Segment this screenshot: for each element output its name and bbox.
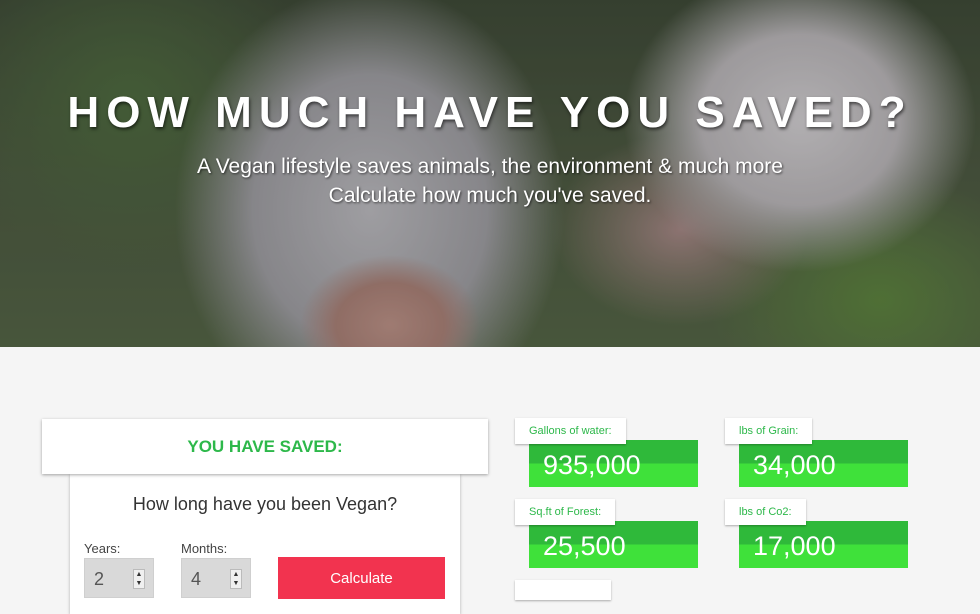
stat-co2-label: lbs of Co2: — [725, 499, 806, 525]
calculate-button[interactable]: Calculate — [278, 557, 445, 599]
stat-forest-box: 25,500 — [529, 521, 698, 568]
saved-header-card: YOU HAVE SAVED: — [42, 419, 488, 474]
stat-water-value: 935,000 — [543, 450, 641, 480]
months-input[interactable]: 4 ▲ ▼ — [181, 558, 251, 598]
stat-water-label: Gallons of water: — [515, 418, 626, 444]
calculator-form: How long have you been Vegan? Years: 2 ▲… — [70, 474, 460, 614]
months-value: 4 — [191, 569, 202, 589]
page-title: HOW MUCH HAVE YOU SAVED? — [67, 88, 913, 137]
hero-banner: HOW MUCH HAVE YOU SAVED? A Vegan lifesty… — [0, 0, 980, 347]
years-input[interactable]: 2 ▲ ▼ — [84, 558, 154, 598]
stat-forest-value: 25,500 — [543, 531, 626, 561]
stat-co2-value: 17,000 — [753, 531, 836, 561]
hero-subtitle: A Vegan lifestyle saves animals, the env… — [197, 155, 783, 178]
years-value: 2 — [94, 569, 105, 589]
stat-grain: lbs of Grain: 34,000 — [725, 418, 925, 488]
stat-grain-box: 34,000 — [739, 440, 908, 487]
hero-subtitle-cta: Calculate how much you've saved. — [328, 184, 652, 207]
stat-co2: lbs of Co2: 17,000 — [725, 499, 925, 569]
years-label: Years: — [84, 541, 121, 556]
stat-forest-label: Sq.ft of Forest: — [515, 499, 616, 525]
months-stepper-icon[interactable]: ▲ ▼ — [230, 569, 242, 589]
stat-label-partial — [515, 580, 611, 600]
stat-grain-label: lbs of Grain: — [725, 418, 813, 444]
stat-water-box: 935,000 — [529, 440, 698, 487]
stat-forest: Sq.ft of Forest: 25,500 — [515, 499, 715, 569]
saved-title: YOU HAVE SAVED: — [187, 436, 343, 456]
stat-grain-value: 34,000 — [753, 450, 836, 480]
stat-water: Gallons of water: 935,000 — [515, 418, 715, 488]
years-stepper-icon[interactable]: ▲ ▼ — [133, 569, 145, 589]
vegan-duration-question: How long have you been Vegan? — [132, 494, 398, 514]
stat-co2-box: 17,000 — [739, 521, 908, 568]
months-label: Months: — [181, 541, 228, 556]
